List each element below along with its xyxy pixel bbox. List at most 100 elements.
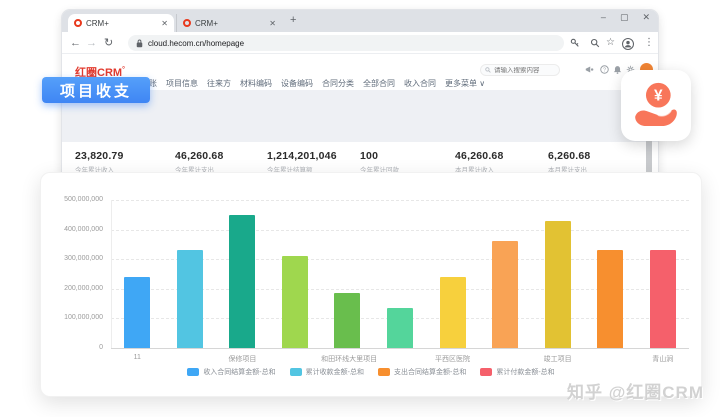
- metric-value: 46,260.68: [455, 150, 551, 162]
- minimize-button[interactable]: –: [601, 12, 606, 23]
- app-nav-bar: 首页项目管理台账项目信息往来方材料编码设备编码合同分类全部合同收入合同更多菜单 …: [75, 78, 648, 89]
- app-search-box[interactable]: [480, 64, 560, 76]
- y-axis-line: [111, 200, 112, 348]
- tab-close-icon[interactable]: ✕: [161, 19, 168, 28]
- legend-item[interactable]: 累计收款金额-总和: [290, 367, 364, 377]
- tab-strip: CRM+ ✕ CRM+ ✕ + – ▢ ✕: [62, 10, 658, 32]
- x-axis-label: 11: [111, 354, 164, 361]
- legend-swatch: [290, 368, 302, 376]
- back-button[interactable]: ←: [70, 36, 81, 50]
- help-icon[interactable]: ?: [600, 65, 609, 74]
- svg-text:¥: ¥: [654, 87, 663, 104]
- search-input[interactable]: [494, 67, 554, 74]
- tab-title: CRM+: [195, 19, 265, 28]
- nav-item-6[interactable]: 设备编码: [281, 78, 313, 89]
- legend-label: 累计收款金额-总和: [306, 367, 364, 377]
- reload-button[interactable]: ↻: [104, 36, 113, 50]
- new-tab-button[interactable]: +: [290, 14, 296, 26]
- watermark: 知乎 @红圈CRM: [567, 378, 704, 403]
- gridline: [111, 348, 689, 349]
- metric: 100今年累计回款: [360, 150, 456, 174]
- address-bar[interactable]: cloud.hecom.cn/homepage: [128, 35, 564, 51]
- profile-icon[interactable]: [622, 38, 634, 50]
- svg-text:?: ?: [603, 67, 606, 73]
- y-axis-tick-label: 100,000,000: [41, 314, 103, 321]
- metric-value: 23,820.79: [75, 150, 171, 162]
- metric-value: 1,214,201,046: [267, 150, 363, 162]
- key-icon[interactable]: [570, 38, 580, 48]
- search-icon: [485, 67, 491, 73]
- bar[interactable]: [124, 277, 150, 348]
- legend-swatch: [187, 368, 199, 376]
- bar[interactable]: [387, 308, 413, 348]
- x-axis-label: 和田环线大里项目: [321, 354, 374, 364]
- tab-title: CRM+: [86, 19, 157, 28]
- browser-menu-icon[interactable]: ⋮: [644, 37, 654, 48]
- legend-item[interactable]: 支出合同结算金额-总和: [378, 367, 466, 377]
- nav-item-3[interactable]: 项目信息: [166, 78, 198, 89]
- gridline: [111, 230, 689, 231]
- x-axis-label: 竣工项目: [531, 354, 584, 364]
- chart-card: 0 100,000,000 200,000,000 300,000,000 400,00…: [40, 172, 702, 397]
- nav-item-7[interactable]: 合同分类: [322, 78, 354, 89]
- lock-icon: [136, 39, 143, 48]
- x-axis-label: 青山涧: [636, 354, 689, 364]
- bar[interactable]: [492, 241, 518, 348]
- metric: 6,260.68本月累计支出: [548, 150, 644, 174]
- nav-item-4[interactable]: 往来方: [207, 78, 231, 89]
- metric-value: 46,260.68: [175, 150, 271, 162]
- metric: 23,820.79今年累计收入: [75, 150, 171, 174]
- nav-item-8[interactable]: 全部合同: [363, 78, 395, 89]
- forward-button[interactable]: →: [86, 36, 97, 50]
- maximize-button[interactable]: ▢: [620, 12, 629, 23]
- bar[interactable]: [650, 250, 676, 348]
- x-axis-label: 平西区医院: [426, 354, 479, 364]
- bookmark-star-icon[interactable]: ☆: [606, 37, 615, 48]
- url-text: cloud.hecom.cn/homepage: [148, 39, 244, 48]
- screenshot-root: CRM+ ✕ CRM+ ✕ + – ▢ ✕ ← → ↻: [0, 0, 720, 417]
- metric: 46,260.68本月累计收入: [455, 150, 551, 174]
- crm-app-page: 红圈CRM° ?: [62, 54, 658, 182]
- x-axis-label: 保修项目: [216, 354, 269, 364]
- zoom-icon[interactable]: [590, 38, 600, 48]
- bar[interactable]: [229, 215, 255, 348]
- bar[interactable]: [597, 250, 623, 348]
- y-axis-tick-label: 500,000,000: [41, 196, 103, 203]
- browser-tab-2[interactable]: CRM+ ✕: [176, 14, 282, 32]
- nav-item-10[interactable]: 更多菜单 ∨: [445, 78, 485, 89]
- announcement-icon[interactable]: [585, 65, 594, 74]
- browser-toolbar: ← → ↻ cloud.hecom.cn/homepage ☆: [62, 32, 658, 54]
- y-axis-tick-label: 300,000,000: [41, 255, 103, 262]
- app-content: 23,820.79今年累计收入46,260.68今年累计支出1,214,201,…: [62, 90, 658, 182]
- legend-label: 累计付款金额-总和: [496, 367, 554, 377]
- money-hand-card[interactable]: ¥: [621, 70, 691, 141]
- nav-item-9[interactable]: 收入合同: [404, 78, 436, 89]
- bar[interactable]: [440, 277, 466, 348]
- tab-close-icon[interactable]: ✕: [269, 19, 276, 28]
- bar[interactable]: [282, 256, 308, 348]
- crm-favicon-icon: [74, 19, 82, 27]
- legend-swatch: [480, 368, 492, 376]
- bar[interactable]: [177, 250, 203, 348]
- metric: 1,214,201,046今年累计结算额: [267, 150, 363, 174]
- y-axis-tick-label: 0: [41, 344, 103, 351]
- metric-value: 100: [360, 150, 456, 162]
- gridline: [111, 200, 689, 201]
- legend-label: 支出合同结算金额-总和: [394, 367, 466, 377]
- y-axis-tick-label: 400,000,000: [41, 226, 103, 233]
- nav-item-5[interactable]: 材料编码: [240, 78, 272, 89]
- project-income-badge: 项目收支: [42, 77, 150, 103]
- bar[interactable]: [545, 221, 571, 348]
- browser-tab-1[interactable]: CRM+ ✕: [68, 14, 174, 32]
- close-button[interactable]: ✕: [642, 12, 650, 23]
- crm-favicon-icon: [183, 19, 191, 27]
- hand-holding-yen-coin-icon: ¥: [629, 78, 683, 134]
- y-axis-tick-label: 200,000,000: [41, 285, 103, 292]
- metric-value: 6,260.68: [548, 150, 644, 162]
- metric: 46,260.68今年累计支出: [175, 150, 271, 174]
- bar[interactable]: [334, 293, 360, 348]
- bell-icon[interactable]: [613, 65, 622, 74]
- legend-item[interactable]: 收入合同结算金额-总和: [187, 367, 275, 377]
- legend-item[interactable]: 累计付款金额-总和: [480, 367, 554, 377]
- legend-swatch: [378, 368, 390, 376]
